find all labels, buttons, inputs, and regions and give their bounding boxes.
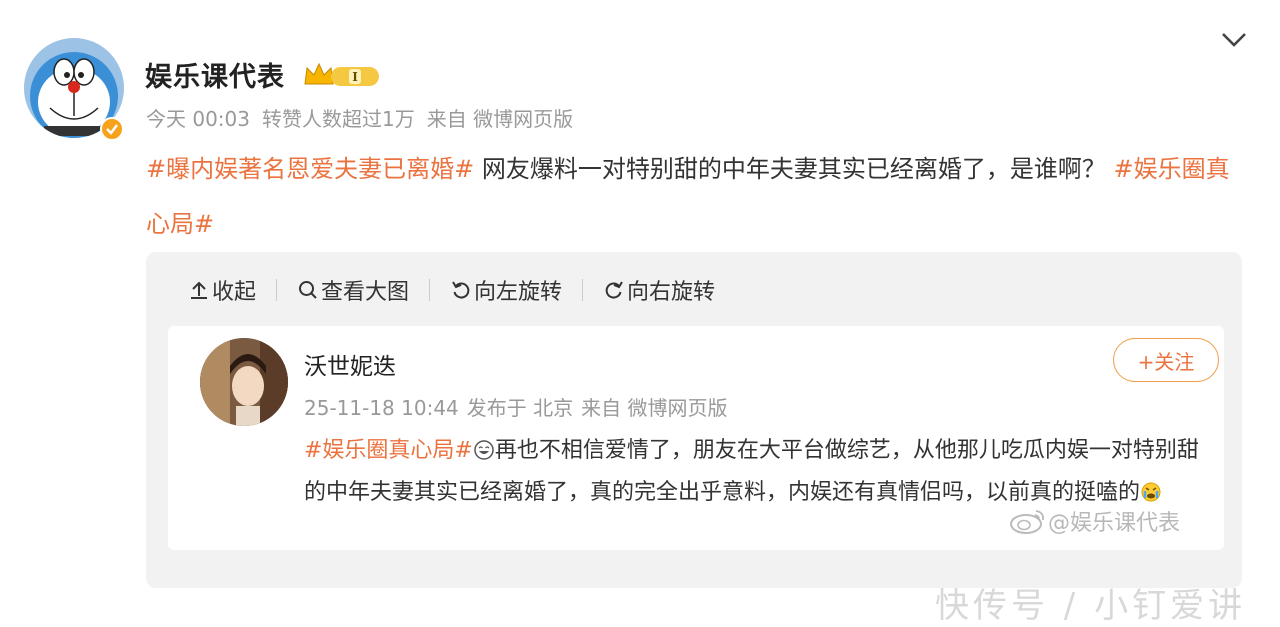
post-meta: 今天 00:03 转赞人数超过1万 来自 微博网页版 (146, 103, 585, 132)
view-large-button[interactable]: 查看大图 (297, 274, 409, 306)
toolbar-divider (429, 279, 431, 301)
rotate-right-label: 向右旋转 (627, 280, 716, 305)
image-toolbar: 收起 查看大图 向左旋转 向右旋转 (188, 270, 715, 310)
source-watermark: 快传号 / 小钉爱讲 (935, 586, 1247, 626)
weibo-watermark-text: @娱乐课代表 (1048, 511, 1181, 536)
upload-arrow-icon (191, 281, 207, 299)
embedded-time: 25-11-18 10:44 (304, 396, 459, 420)
rotate-left-button[interactable]: 向左旋转 (450, 274, 562, 306)
cry-emoji-icon (1141, 482, 1161, 502)
grin-emoji-icon (474, 440, 494, 460)
embedded-source: 来自 微博网页版 (581, 396, 728, 420)
rotate-right-icon (605, 281, 623, 299)
follow-button[interactable]: +关注 (1113, 338, 1219, 382)
crown-badge-icon: I (303, 60, 381, 90)
post-body: 网友爆料一对特别甜的中年夫妻其实已经离婚了，是谁啊？ (474, 155, 1114, 183)
verified-icon (100, 117, 124, 141)
weibo-watermark: @娱乐课代表 (1008, 505, 1180, 537)
embedded-post-text: #娱乐圈真心局# 再也不相信爱情了，朋友在大平台做综艺，从他那儿吃瓜内娱一对特别甜… (304, 430, 1214, 514)
hashtag-link[interactable]: #娱乐圈真心局# (304, 438, 473, 463)
embedded-author-name[interactable]: 沃世妮迭 (304, 347, 396, 381)
collapse-label: 收起 (212, 280, 257, 305)
post-text: #曝内娱著名恩爱夫妻已离婚# 网友爆料一对特别甜的中年夫妻其实已经离婚了，是谁啊… (146, 142, 1246, 252)
weibo-logo-icon (1010, 510, 1045, 534)
rotate-left-label: 向左旋转 (474, 280, 563, 305)
embedded-author-avatar[interactable] (200, 338, 288, 426)
search-icon (299, 281, 317, 299)
toolbar-divider (276, 279, 278, 301)
author-name[interactable]: 娱乐课代表 (145, 55, 285, 94)
hashtag-link[interactable]: #曝内娱著名恩爱夫妻已离婚# (146, 155, 474, 183)
post-source: 来自 微博网页版 (426, 107, 574, 131)
repost-count: 转赞人数超过1万 (262, 107, 415, 131)
collapse-button[interactable]: 收起 (188, 274, 256, 306)
svg-text:I: I (352, 70, 358, 84)
view-large-label: 查看大图 (321, 280, 410, 305)
embedded-meta: 25-11-18 10:44 发布于 北京 来自 微博网页版 (304, 392, 736, 421)
post-time[interactable]: 今天 00:03 (146, 107, 250, 131)
rotate-right-button[interactable]: 向右旋转 (603, 274, 715, 306)
chevron-down-icon[interactable] (1218, 28, 1250, 52)
toolbar-divider (582, 279, 584, 301)
embedded-location: 发布于 北京 (466, 396, 574, 420)
rotate-left-icon (452, 281, 470, 299)
